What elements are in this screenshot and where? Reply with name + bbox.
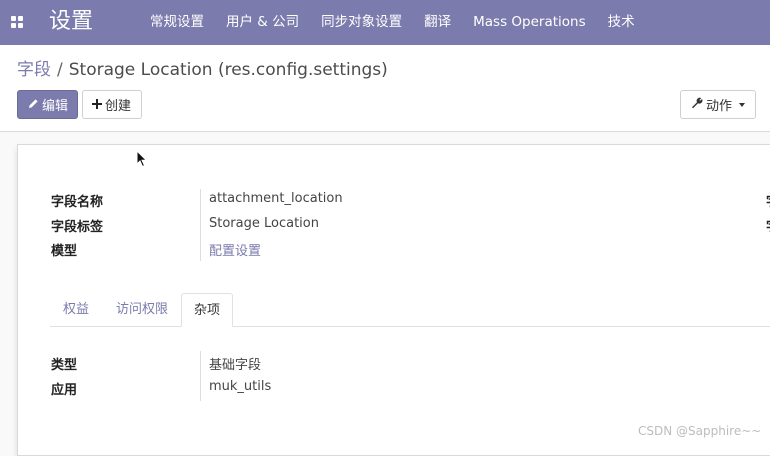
pencil-icon [28,98,39,112]
top-navbar: 设置 常规设置 用户 & 公司 同步对象设置 翻译 Mass Operation… [0,0,770,45]
menu-item-general-settings[interactable]: 常规设置 [139,0,215,45]
field-name-value: attachment_location [209,191,343,206]
breadcrumb: 字段 / Storage Location (res.config.settings… [17,59,388,81]
breadcrumb-separator: / [57,60,63,80]
action-dropdown-button[interactable]: 动作 [680,90,756,119]
apps-grid-icon[interactable] [11,16,23,28]
create-button[interactable]: 创建 [82,90,142,119]
notebook-tabs: 权益 访问权限 杂项 [50,293,770,327]
mouse-pointer-icon [136,150,148,168]
menu-item-mass-operations[interactable]: Mass Operations [462,0,597,45]
menu-item-users-companies[interactable]: 用户 & 公司 [215,0,310,45]
right-column-label-clipped: 字 [766,191,770,210]
main-menu: 常规设置 用户 & 公司 同步对象设置 翻译 Mass Operations 技… [139,0,646,45]
edit-button[interactable]: 编辑 [17,90,78,119]
type-label: 类型 [51,358,78,373]
watermark-text: CSDN @Sapphire~~ [638,424,762,438]
app-brand-title[interactable]: 设置 [49,8,93,36]
form-sheet: 字段名称 attachment_location 字段标签 Storage Lo… [17,144,770,456]
misc-group-divider [200,351,201,401]
field-label-value: Storage Location [209,216,319,231]
group-divider [200,189,201,261]
right-column-label-clipped: 字 [766,216,770,235]
edit-button-label: 编辑 [42,99,69,114]
application-value: muk_utils [209,379,272,394]
create-button-label: 创建 [105,99,132,114]
tab-access-rights[interactable]: 访问权限 [116,293,168,326]
control-panel: 字段 / Storage Location (res.config.settings… [0,45,770,132]
plus-icon [92,98,102,112]
application-label: 应用 [51,383,78,398]
breadcrumb-parent-link[interactable]: 字段 [17,60,51,80]
field-label-label: 字段标签 [51,220,104,235]
menu-item-sync-object-settings[interactable]: 同步对象设置 [310,0,413,45]
type-value: 基础字段 [209,358,262,373]
action-button-label: 动作 [706,99,733,114]
wrench-icon [691,97,703,112]
tab-misc[interactable]: 杂项 [181,293,234,327]
caret-down-icon [739,102,746,107]
breadcrumb-current: Storage Location (res.config.settings) [68,60,388,80]
field-name-label: 字段名称 [51,195,104,210]
menu-item-translations[interactable]: 翻译 [413,0,462,45]
tab-rights[interactable]: 权益 [63,293,89,326]
menu-item-technical[interactable]: 技术 [597,0,646,45]
model-label: 模型 [51,244,78,259]
model-link[interactable]: 配置设置 [209,240,261,259]
